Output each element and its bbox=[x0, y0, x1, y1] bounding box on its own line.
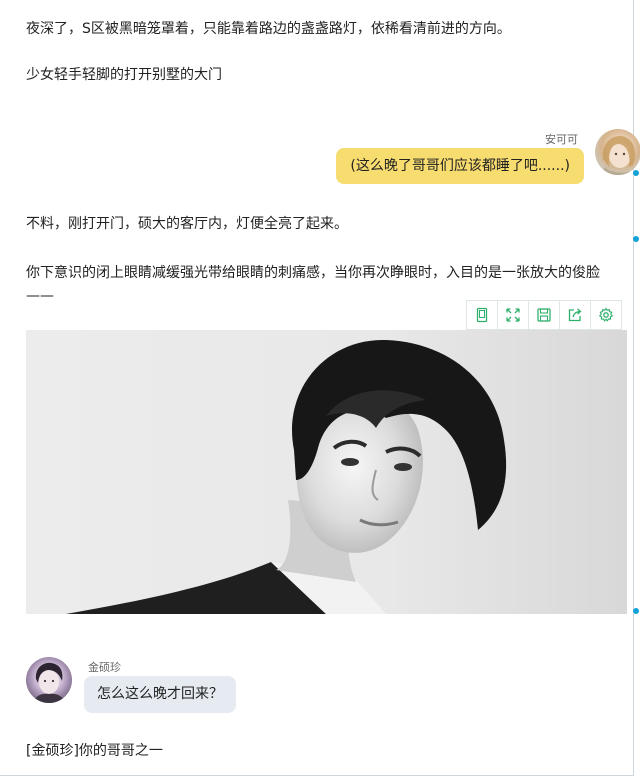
save-button[interactable] bbox=[528, 300, 560, 330]
scroll-marker bbox=[633, 236, 639, 242]
story-paragraph: 不料，刚打开门，硕大的客厅内，灯便全亮了起来。 bbox=[26, 216, 348, 232]
story-photo[interactable] bbox=[26, 330, 627, 614]
save-icon bbox=[537, 308, 551, 322]
avatar[interactable] bbox=[595, 129, 640, 175]
page-button[interactable] bbox=[466, 300, 498, 330]
avatar-portrait bbox=[601, 135, 635, 175]
image-toolbar bbox=[466, 300, 628, 330]
portrait-photo bbox=[26, 330, 627, 614]
story-paragraph: [金硕珍]你的哥哥之一 bbox=[26, 743, 163, 759]
scroll-marker bbox=[633, 608, 639, 614]
page-icon bbox=[476, 307, 488, 323]
share-icon bbox=[568, 308, 582, 322]
speaker-name: 金硕珍 bbox=[88, 661, 121, 674]
settings-button[interactable] bbox=[590, 300, 622, 330]
story-paragraph: 夜深了，S区被黑暗笼罩着，只能靠着路边的盏盏路灯，依稀看清前进的方向。 bbox=[26, 21, 511, 37]
scroll-marker bbox=[633, 170, 639, 176]
share-button[interactable] bbox=[559, 300, 591, 330]
avatar-portrait bbox=[32, 662, 66, 703]
avatar[interactable] bbox=[26, 657, 72, 703]
expand-icon bbox=[506, 308, 520, 322]
speech-bubble: 怎么这么晚才回来？ bbox=[84, 676, 236, 713]
settings-icon bbox=[598, 307, 614, 322]
expand-button[interactable] bbox=[497, 300, 529, 330]
story-paragraph: 少女轻手轻脚的打开别墅的大门 bbox=[26, 67, 222, 83]
speech-bubble: (这么晚了哥哥们应该都睡了吧......) bbox=[336, 148, 584, 184]
speaker-name: 安可可 bbox=[545, 133, 578, 146]
